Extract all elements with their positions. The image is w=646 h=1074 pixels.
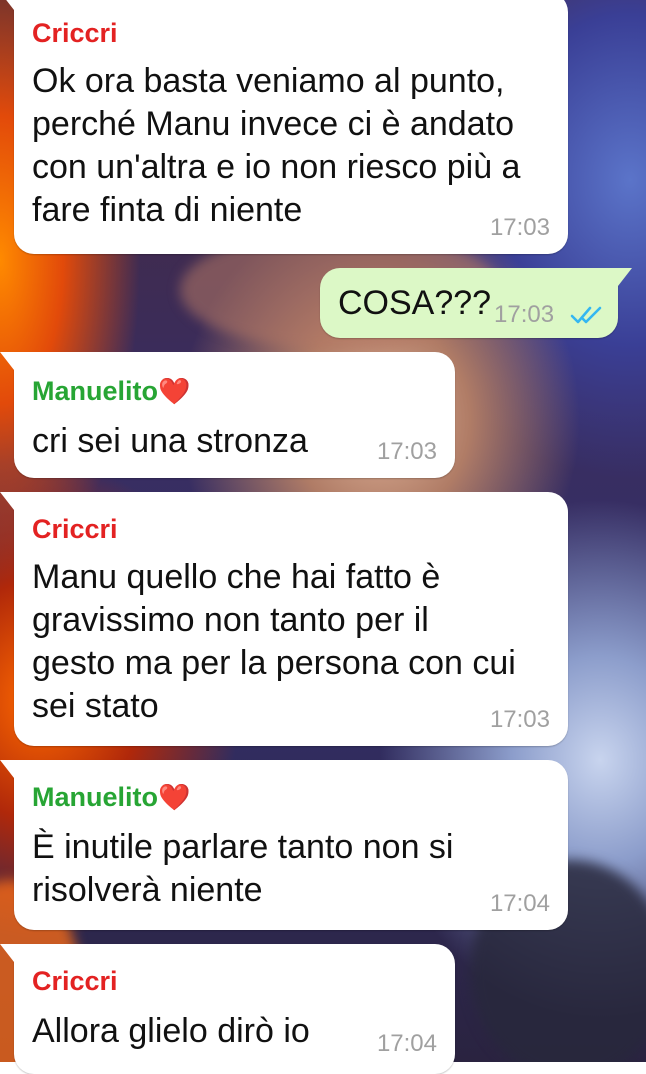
message-text: gesto ma per la persona con cui — [32, 644, 516, 682]
message-bubble[interactable]: Manuelito❤️ cri sei una stronza 17:03 — [0, 352, 455, 478]
message-text: cri sei una stronza — [32, 422, 308, 460]
message-text: perché Manu invece ci è andato — [32, 105, 514, 143]
message-bubble[interactable]: Manuelito❤️ È inutile parlare tanto non … — [0, 760, 568, 930]
message-text: sei stato — [32, 687, 159, 725]
message-text: con un'altra e io non riesco più a — [32, 148, 521, 186]
message-bubble-outgoing[interactable]: COSA??? 17:03 — [320, 268, 632, 338]
message-bubble[interactable]: Criccri Ok ora basta veniamo al punto, p… — [0, 0, 568, 254]
message-timestamp: 17:03 — [489, 214, 550, 241]
message-timestamp: 17:03 — [494, 301, 555, 328]
message-timestamp: 17:04 — [376, 1030, 437, 1057]
sender-name: Manuelito❤️ — [32, 374, 190, 408]
sender-name: Criccri — [32, 966, 118, 996]
sender-name-text: Manuelito — [32, 376, 158, 406]
message-text: Allora glielo dirò io — [32, 1012, 310, 1050]
message-text: risolverà niente — [32, 871, 263, 909]
message-text: fare finta di niente — [32, 191, 303, 229]
sender-name: Criccri — [32, 514, 118, 544]
message-text: Ok ora basta veniamo al punto, — [32, 62, 505, 100]
heart-icon: ❤️ — [158, 782, 191, 812]
sender-name: Criccri — [32, 18, 118, 48]
message-text: Manu quello che hai fatto è — [32, 558, 441, 596]
message-timestamp: 17:04 — [489, 890, 550, 917]
message-text: gravissimo non tanto per il — [32, 601, 429, 639]
message-timestamp: 17:03 — [489, 706, 550, 733]
heart-icon: ❤️ — [158, 376, 191, 406]
read-ticks-icon — [570, 306, 602, 324]
message-text: È inutile parlare tanto non si — [32, 828, 454, 866]
sender-name-text: Manuelito — [32, 782, 158, 812]
message-text: COSA??? — [338, 284, 492, 322]
message-bubble[interactable]: Criccri Allora glielo dirò io 17:04 — [0, 944, 455, 1074]
message-bubble[interactable]: Criccri Manu quello che hai fatto è grav… — [0, 492, 568, 746]
sender-name: Manuelito❤️ — [32, 780, 190, 814]
message-timestamp: 17:03 — [376, 438, 437, 465]
